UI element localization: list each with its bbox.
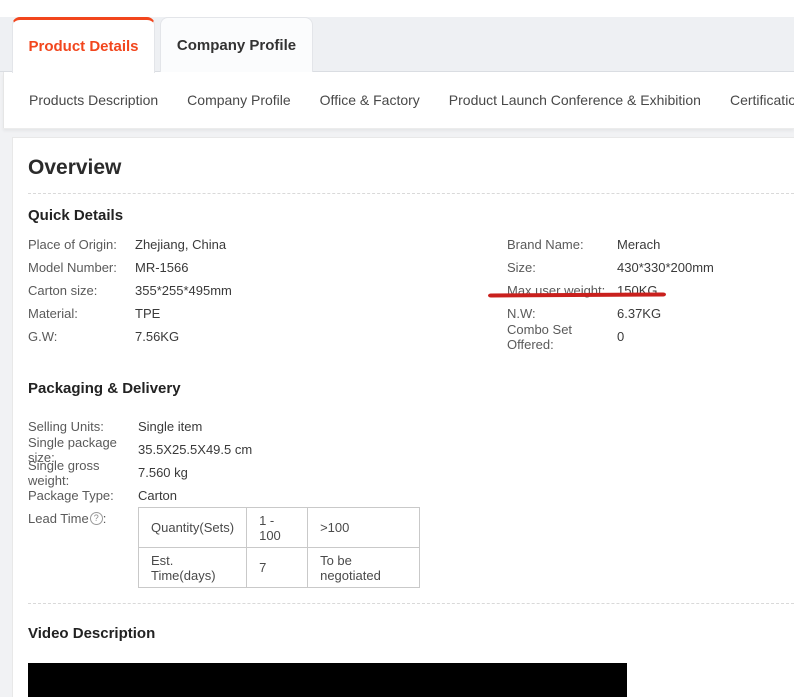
packaging-heading: Packaging & Delivery bbox=[28, 380, 181, 397]
detail-value: Carton bbox=[138, 488, 178, 503]
detail-row: G.W: 7.56KG bbox=[28, 325, 507, 348]
detail-value: 7.560 kg bbox=[138, 465, 188, 480]
page-title: Overview bbox=[28, 156, 122, 179]
detail-label: Single gross weight: bbox=[28, 457, 100, 488]
detail-label: Selling Units: bbox=[28, 419, 104, 434]
tab-company-profile[interactable]: Company Profile bbox=[160, 17, 313, 72]
question-circle-icon[interactable]: ? bbox=[89, 512, 103, 525]
detail-value: 6.37KG bbox=[617, 306, 662, 321]
detail-row: Selling Units: Single item bbox=[28, 415, 794, 438]
detail-value: Zhejiang, China bbox=[135, 237, 227, 252]
detail-label: Combo Set Offered: bbox=[507, 321, 573, 352]
detail-row: Package Type: Carton bbox=[28, 484, 794, 507]
lead-time-row: Lead Time ? : Quantity(Sets) 1 - 100 >10… bbox=[28, 507, 794, 588]
detail-label: Model Number: bbox=[28, 260, 117, 275]
detail-row: Combo Set Offered: 0 bbox=[507, 322, 714, 352]
subnav-item-office-factory[interactable]: Office & Factory bbox=[320, 92, 420, 108]
detail-row: Place of Origin: Zhejiang, China bbox=[28, 233, 507, 256]
subnav-item-product-launch[interactable]: Product Launch Conference & Exhibition bbox=[449, 92, 701, 108]
packaging-rows: Selling Units: Single item Single packag… bbox=[28, 415, 794, 588]
lead-time-label: Lead Time ? : bbox=[28, 507, 138, 530]
quick-details-left-column: Place of Origin: Zhejiang, China Model N… bbox=[28, 233, 507, 348]
detail-row: Size: 430*330*200mm bbox=[507, 256, 714, 279]
detail-row: Brand Name: Merach bbox=[507, 233, 714, 256]
divider bbox=[28, 603, 794, 604]
detail-label: Package Type: bbox=[28, 488, 114, 503]
detail-value: 0 bbox=[617, 329, 625, 344]
table-cell: Quantity(Sets) bbox=[137, 507, 248, 548]
detail-value: 430*330*200mm bbox=[617, 260, 714, 275]
tab-company-profile-label: Company Profile bbox=[176, 36, 297, 54]
detail-label: N.W: bbox=[507, 306, 536, 321]
detail-row: Single package size: 35.5X25.5X49.5 cm bbox=[28, 435, 794, 465]
table-cell: Est. Time(days) bbox=[137, 547, 248, 588]
detail-label: Brand Name: bbox=[507, 237, 584, 252]
divider bbox=[28, 193, 794, 194]
band-gap bbox=[0, 128, 794, 137]
detail-row: Carton size: 355*255*495mm bbox=[28, 279, 507, 302]
subnav-item-products-description[interactable]: Products Description bbox=[29, 92, 158, 108]
detail-value: 7.56KG bbox=[135, 329, 180, 344]
lead-time-label-text: Lead Time bbox=[28, 511, 89, 526]
tab-product-details[interactable]: Product Details bbox=[12, 17, 155, 73]
detail-row: Material: TPE bbox=[28, 302, 507, 325]
detail-label: Size: bbox=[507, 260, 536, 275]
table-cell: 7 bbox=[246, 547, 309, 588]
section-subnav: Products Description Company Profile Off… bbox=[3, 72, 794, 128]
lead-time-colon: : bbox=[102, 511, 107, 526]
detail-label: G.W: bbox=[28, 329, 58, 344]
content-panel: Overview Quick Details Place of Origin: … bbox=[12, 137, 794, 697]
lead-time-quantity-row: Quantity(Sets) 1 - 100 >100 bbox=[137, 507, 421, 548]
detail-row: Model Number: MR-1566 bbox=[28, 256, 507, 279]
detail-value: TPE bbox=[135, 306, 161, 321]
detail-value: Single item bbox=[138, 419, 203, 434]
video-description-heading: Video Description bbox=[28, 625, 156, 642]
quick-details-grid: Place of Origin: Zhejiang, China Model N… bbox=[28, 233, 794, 352]
detail-row-max-user-weight: Max user weight: 150KG bbox=[507, 279, 714, 302]
table-cell: To be negotiated bbox=[307, 547, 421, 588]
subnav-item-company-profile[interactable]: Company Profile bbox=[187, 92, 291, 108]
quick-details-right-column: Brand Name: Merach Size: 430*330*200mm M… bbox=[507, 233, 714, 352]
detail-row: Single gross weight: 7.560 kg bbox=[28, 458, 794, 488]
lead-time-est-row: Est. Time(days) 7 To be negotiated bbox=[137, 547, 421, 588]
table-cell: 1 - 100 bbox=[246, 507, 309, 548]
product-page: Product Details Company Profile Products… bbox=[0, 0, 794, 697]
detail-value: MR-1566 bbox=[135, 260, 189, 275]
lead-time-table: Quantity(Sets) 1 - 100 >100 Est. Time(da… bbox=[137, 507, 421, 588]
detail-value: 355*255*495mm bbox=[135, 283, 232, 298]
quick-details-heading: Quick Details bbox=[28, 207, 124, 224]
detail-value: Merach bbox=[617, 237, 661, 252]
detail-label: Carton size: bbox=[28, 283, 98, 298]
subnav-item-certifications[interactable]: Certifications bbox=[730, 92, 794, 108]
video-player[interactable] bbox=[28, 663, 627, 697]
detail-label: Material: bbox=[28, 306, 78, 321]
table-cell: >100 bbox=[307, 507, 421, 548]
tab-product-details-label: Product Details bbox=[28, 38, 139, 55]
detail-value: 35.5X25.5X49.5 cm bbox=[138, 442, 253, 457]
tab-bar: Product Details Company Profile bbox=[0, 0, 794, 73]
detail-label: Place of Origin: bbox=[28, 237, 117, 252]
